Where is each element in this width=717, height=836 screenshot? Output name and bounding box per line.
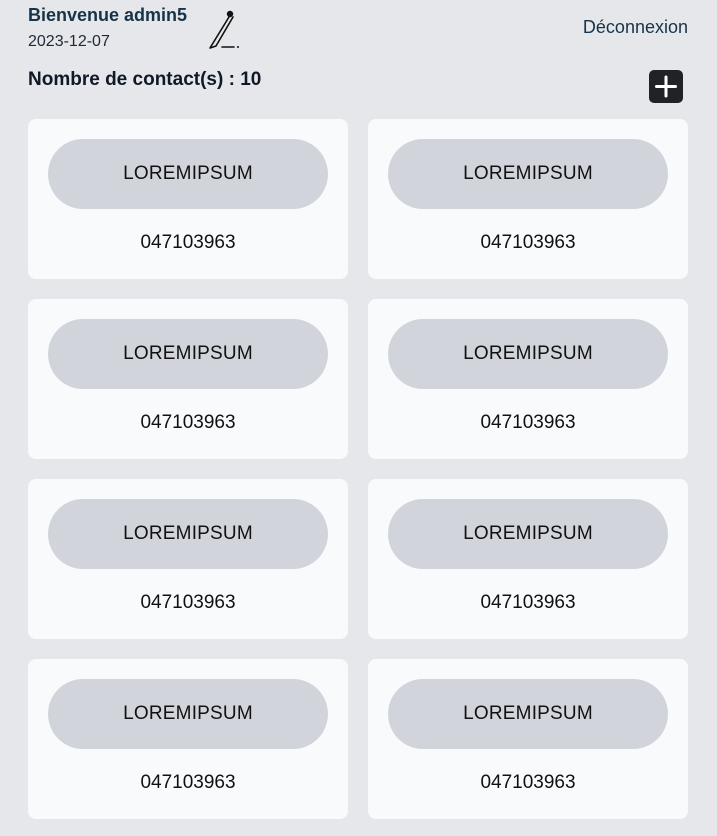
contact-card: LOREMIPSUM 047103963: [368, 119, 688, 279]
contact-card: LOREMIPSUM 047103963: [28, 299, 348, 459]
contact-name-button[interactable]: LOREMIPSUM: [388, 679, 668, 749]
contact-name-button[interactable]: LOREMIPSUM: [48, 679, 328, 749]
current-date: 2023-12-07: [28, 33, 110, 50]
contact-name-button[interactable]: LOREMIPSUM: [388, 319, 668, 389]
username: admin5: [124, 5, 188, 25]
contact-card: LOREMIPSUM 047103963: [28, 659, 348, 819]
contact-card: LOREMIPSUM 047103963: [368, 659, 688, 819]
pen-signature-icon[interactable]: [206, 8, 246, 52]
contact-count: Nombre de contact(s) : 10: [28, 69, 262, 90]
contact-card: LOREMIPSUM 047103963: [28, 119, 348, 279]
contact-name-button[interactable]: LOREMIPSUM: [388, 499, 668, 569]
header: Bienvenue admin5 2023-12-07 Déconnexion N…: [28, 0, 688, 110]
contact-card: LOREMIPSUM 047103963: [28, 479, 348, 639]
add-contact-button[interactable]: [649, 70, 683, 103]
contact-name-button[interactable]: LOREMIPSUM: [48, 139, 328, 209]
contact-phone: 047103963: [480, 412, 576, 433]
contact-card: LOREMIPSUM 047103963: [368, 299, 688, 459]
contact-phone: 047103963: [480, 232, 576, 253]
contact-card: LOREMIPSUM 047103963: [368, 479, 688, 639]
plus-icon: [655, 75, 677, 98]
contact-name-button[interactable]: LOREMIPSUM: [48, 499, 328, 569]
contact-phone: 047103963: [140, 232, 236, 253]
logout-link[interactable]: Déconnexion: [583, 17, 688, 38]
welcome-text: Bienvenue admin5: [28, 5, 187, 26]
welcome-label: Bienvenue: [28, 5, 120, 25]
contact-grid: LOREMIPSUM 047103963 LOREMIPSUM 04710396…: [28, 119, 688, 819]
contact-name-button[interactable]: LOREMIPSUM: [48, 319, 328, 389]
contact-phone: 047103963: [480, 772, 576, 793]
contact-phone: 047103963: [140, 772, 236, 793]
contact-phone: 047103963: [480, 592, 576, 613]
contact-phone: 047103963: [140, 592, 236, 613]
contact-name-button[interactable]: LOREMIPSUM: [388, 139, 668, 209]
contact-phone: 047103963: [140, 412, 236, 433]
